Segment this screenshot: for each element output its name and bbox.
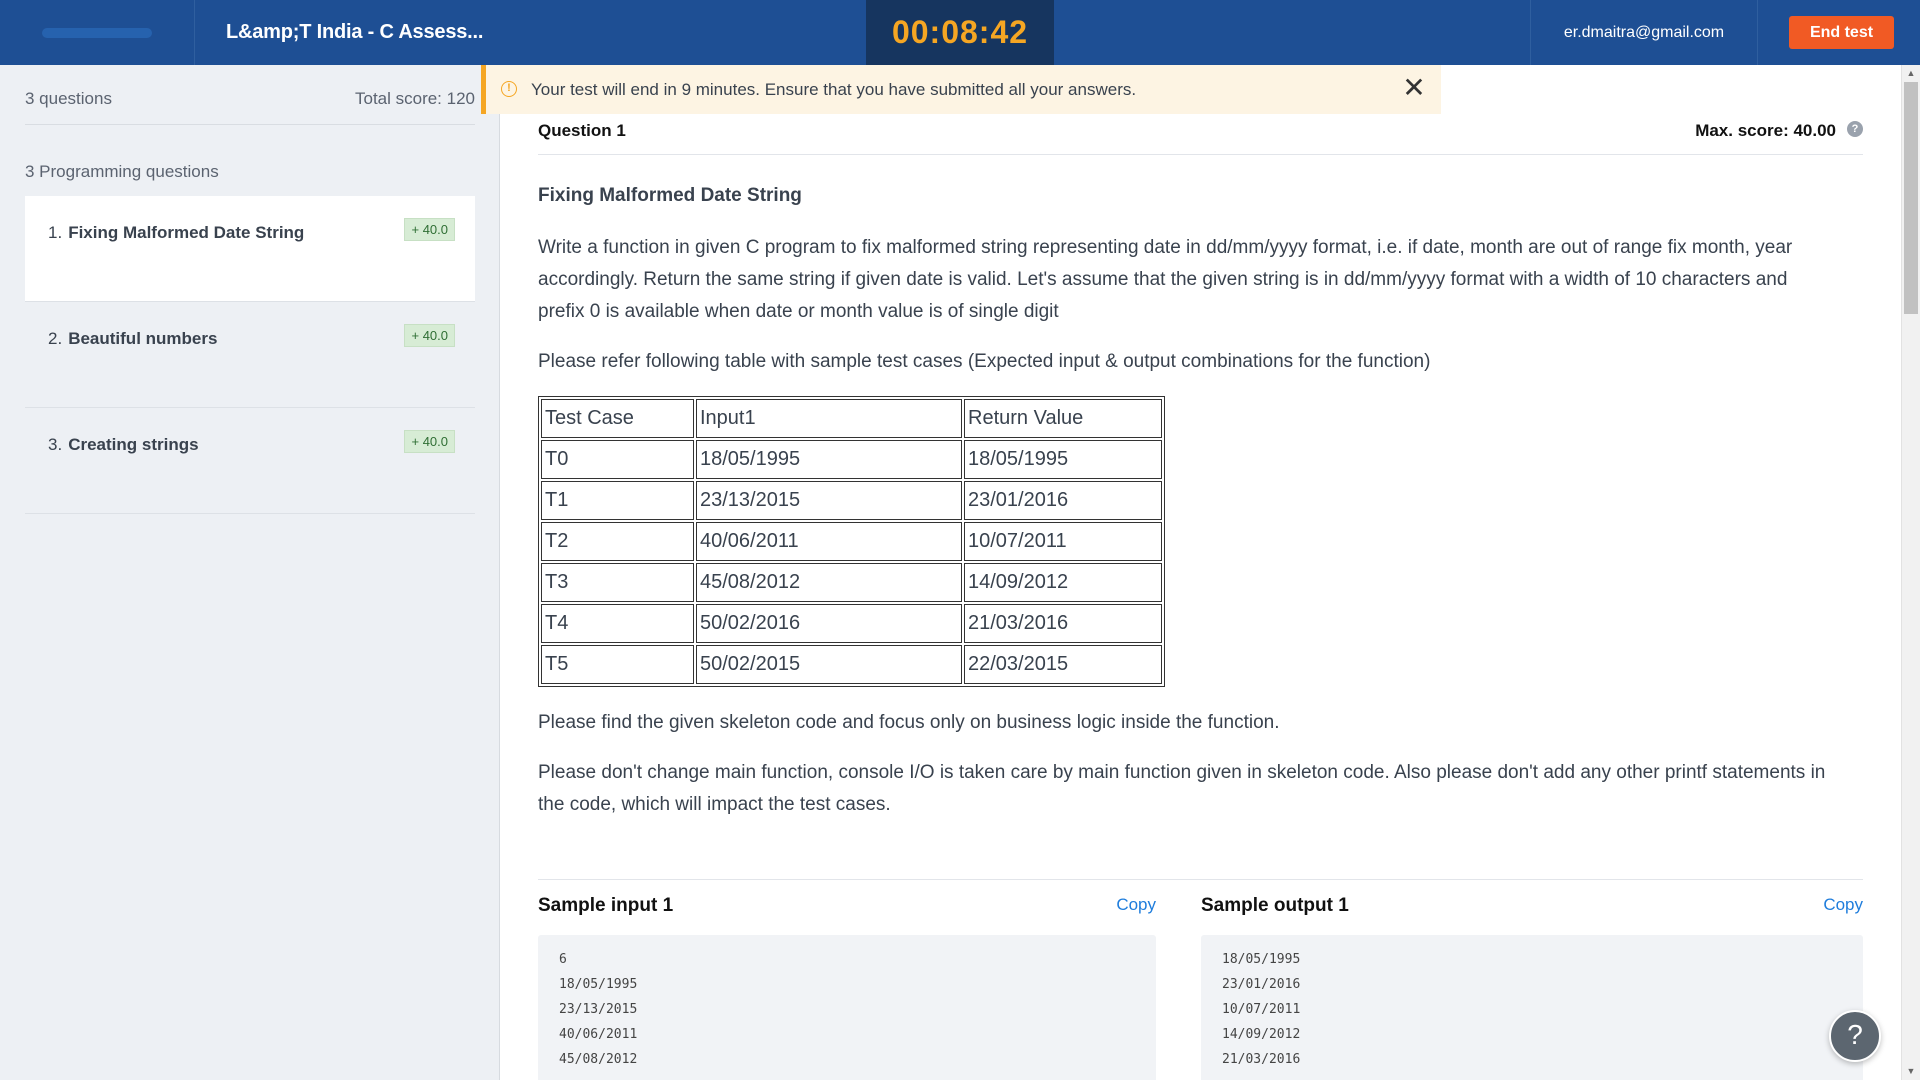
section-label: 3 Programming questions [25, 162, 219, 181]
table-cell: 40/06/2011 [696, 522, 962, 561]
question-number-label: Question 1 [538, 121, 626, 140]
table-cell: 23/01/2016 [964, 481, 1162, 520]
top-header: L&amp;T India - C Assess... 00:08:42 er.… [0, 0, 1920, 65]
scroll-up-icon[interactable]: ▲ [1902, 65, 1920, 82]
test-title: L&amp;T India - C Assess... [226, 21, 484, 43]
question-title: Fixing Malformed Date String [538, 185, 802, 206]
table-cell: 45/08/2012 [696, 563, 962, 602]
score-badge: + 40.0 [404, 218, 455, 241]
question-item-2[interactable]: 2. Beautiful numbers + 40.0 [25, 302, 475, 408]
table-cell: T5 [541, 645, 694, 684]
score-badge: + 40.0 [404, 430, 455, 453]
table-header-cell: Input1 [696, 399, 962, 438]
question-item-title: 3. Creating strings [48, 435, 199, 455]
question-item-1[interactable]: 1. Fixing Malformed Date String + 40.0 [25, 196, 475, 302]
scroll-down-icon[interactable]: ▼ [1902, 1063, 1920, 1080]
close-icon[interactable]: ✕ [1399, 74, 1429, 104]
table-cell: 50/02/2015 [696, 645, 962, 684]
table-header-cell: Test Case [541, 399, 694, 438]
table-cell: 21/03/2016 [964, 604, 1162, 643]
table-row: T1 23/13/2015 23/01/2016 [541, 481, 1162, 520]
question-body: Fixing Malformed Date String Write a fun… [538, 184, 1828, 839]
copy-output-button[interactable]: Copy [1823, 895, 1863, 915]
table-cell: 18/05/1995 [964, 440, 1162, 479]
max-score: Max. score: 40.00 [1695, 121, 1836, 140]
table-cell: 18/05/1995 [696, 440, 962, 479]
end-test-button[interactable]: End test [1789, 16, 1894, 49]
table-cell: T4 [541, 604, 694, 643]
question-item-label: Creating strings [68, 435, 199, 454]
question-item-title: 1. Fixing Malformed Date String [48, 223, 304, 243]
table-intro: Please refer following table with sample… [538, 351, 1431, 372]
table-cell: 10/07/2011 [964, 522, 1162, 561]
question-sidebar: 3 questions Total score: 120 3 Programmi… [0, 65, 500, 1080]
warning-icon: ! [501, 81, 517, 97]
page-scrollbar[interactable]: ▲ ▼ [1901, 65, 1920, 1080]
question-list: 1. Fixing Malformed Date String + 40.0 2.… [25, 196, 475, 514]
question-item-number: 3. [48, 435, 63, 454]
question-panel: Question 1 Max. score: 40.00 ? Fixing Ma… [501, 114, 1901, 1080]
user-email[interactable]: er.dmaitra@gmail.com [1530, 0, 1758, 65]
question-item-label: Beautiful numbers [68, 329, 218, 348]
table-cell: 23/13/2015 [696, 481, 962, 520]
table-row: T2 40/06/2011 10/07/2011 [541, 522, 1162, 561]
table-header-cell: Return Value [964, 399, 1162, 438]
table-cell: 22/03/2015 [964, 645, 1162, 684]
table-row: T4 50/02/2016 21/03/2016 [541, 604, 1162, 643]
question-item-number: 2. [48, 329, 63, 348]
countdown-timer: 00:08:42 [866, 0, 1054, 65]
question-item-label: Fixing Malformed Date String [68, 223, 305, 242]
question-item-title: 2. Beautiful numbers [48, 329, 217, 349]
problem-description: Write a function in given C program to f… [538, 237, 1793, 322]
question-item-3[interactable]: 3. Creating strings + 40.0 [25, 408, 475, 514]
table-cell: 14/09/2012 [964, 563, 1162, 602]
total-score: Total score: 120 [354, 89, 475, 108]
table-row: T0 18/05/1995 18/05/1995 [541, 440, 1162, 479]
help-icon[interactable]: ? [1829, 1010, 1881, 1062]
table-cell: T2 [541, 522, 694, 561]
sample-input-title: Sample input 1 [538, 895, 674, 916]
table-cell: 50/02/2016 [696, 604, 962, 643]
table-header-row: Test Case Input1 Return Value [541, 399, 1162, 438]
test-case-table: Test Case Input1 Return Value T0 18/05/1… [538, 396, 1165, 687]
main-function-note: Please don't change main function, conso… [538, 762, 1826, 815]
skeleton-note: Please find the given skeleton code and … [538, 712, 1280, 733]
time-warning-banner: ! Your test will end in 9 minutes. Ensur… [481, 65, 1441, 114]
question-count: 3 questions [25, 89, 112, 108]
table-row: T5 50/02/2015 22/03/2015 [541, 645, 1162, 684]
warning-message: Your test will end in 9 minutes. Ensure … [531, 80, 1137, 99]
company-logo [0, 0, 195, 65]
copy-input-button[interactable]: Copy [1116, 895, 1156, 915]
logo-mark [42, 27, 152, 38]
sample-output-code: 18/05/1995 23/01/2016 10/07/2011 14/09/2… [1201, 935, 1863, 1080]
table-row: T3 45/08/2012 14/09/2012 [541, 563, 1162, 602]
sample-output-title: Sample output 1 [1201, 895, 1349, 916]
score-badge: + 40.0 [404, 324, 455, 347]
table-cell: T0 [541, 440, 694, 479]
scroll-thumb[interactable] [1904, 82, 1918, 314]
sample-section: Sample input 1 Copy 6 18/05/1995 23/13/2… [538, 879, 1863, 1080]
score-info-icon[interactable]: ? [1847, 121, 1863, 137]
sample-input-code: 6 18/05/1995 23/13/2015 40/06/2011 45/08… [538, 935, 1156, 1080]
table-cell: T1 [541, 481, 694, 520]
question-header: Question 1 Max. score: 40.00 ? [538, 114, 1863, 155]
question-item-number: 1. [48, 223, 63, 242]
sidebar-summary: 3 questions Total score: 120 [25, 65, 475, 125]
table-cell: T3 [541, 563, 694, 602]
